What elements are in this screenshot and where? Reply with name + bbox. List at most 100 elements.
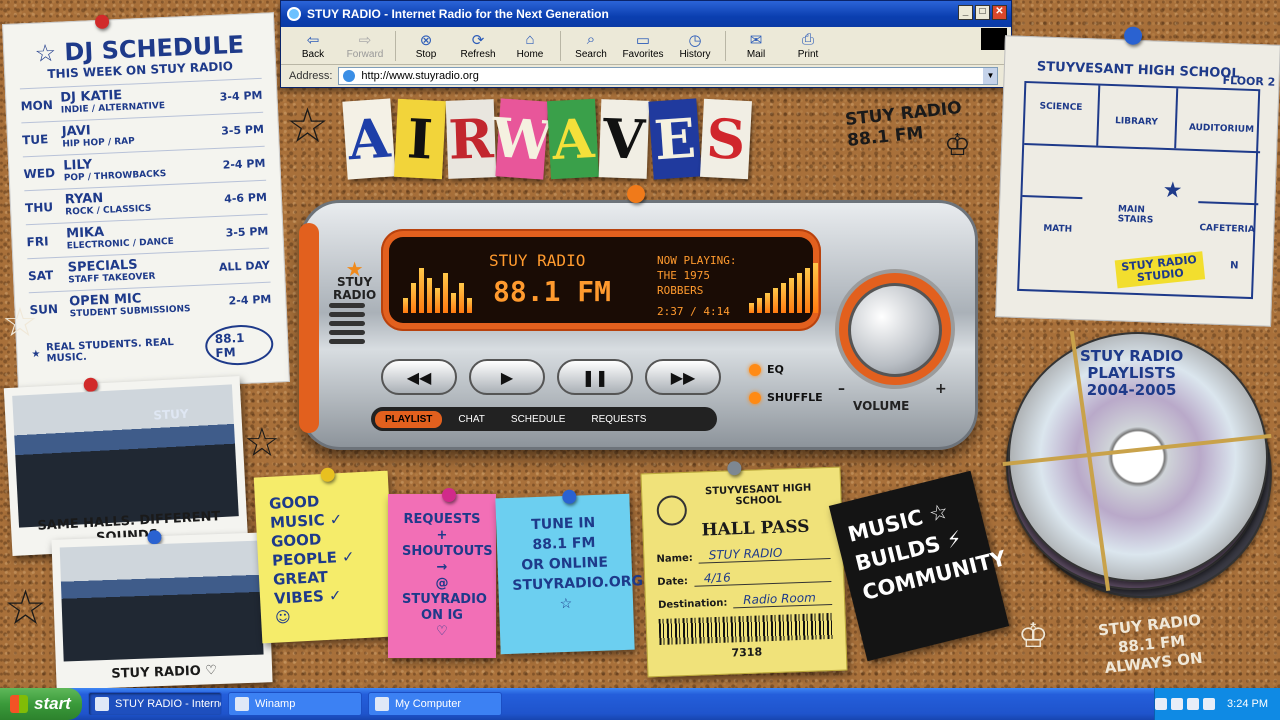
room-label: CAFETERIA <box>1199 223 1255 236</box>
mail-icon: ✉ <box>749 32 763 49</box>
address-dropdown-button[interactable]: ▼ <box>983 68 998 84</box>
room-label: AUDITORIUM <box>1188 122 1255 136</box>
room-label: MAIN STAIRS <box>1117 204 1154 226</box>
pause-button[interactable]: ❚❚ <box>557 359 633 395</box>
sticky-line: GOOD PEOPLE ✓ <box>270 530 356 570</box>
schedule-day: TUE <box>21 131 49 147</box>
toolbar-label: Mail <box>746 49 766 60</box>
pushpin-icon <box>320 467 336 483</box>
volume-knob[interactable] <box>848 283 942 377</box>
start-label: start <box>34 694 71 713</box>
equalizer-bar <box>749 303 754 313</box>
forward-button[interactable]: ⇨ Forward <box>339 31 391 60</box>
crown-doodle-icon: ♔ <box>1018 616 1049 656</box>
headline-letter: W <box>490 98 554 180</box>
taskbar-item[interactable]: Winamp <box>228 692 362 716</box>
volume-icon[interactable] <box>1171 698 1184 710</box>
headline-letter: I <box>393 98 447 180</box>
sticky-line: STUYRADIO.ORG <box>512 573 644 594</box>
schedule-footer-text: REAL STUDENTS. REAL MUSIC. <box>45 336 175 365</box>
sticky-line: GOOD MUSIC ✓ <box>268 492 343 532</box>
forward-arrow-icon: ⇨ <box>358 32 372 49</box>
sticky-line: → <box>436 560 448 575</box>
radio-player: ★ STUY RADIO STUY RADIO 88.1 FM NOW PLAY… <box>299 185 978 450</box>
hall-pass-title: HALL PASS <box>701 516 810 541</box>
messenger-icon[interactable] <box>1203 698 1216 710</box>
sticky-line: ON IG <box>421 608 463 623</box>
rewind-button[interactable]: ◀◀ <box>381 359 457 395</box>
search-button[interactable]: ⌕ Search <box>565 31 617 60</box>
taskbar-tasks: STUY RADIO - Internet... Winamp My Compute… <box>82 692 502 716</box>
radio-brand-text: STUY RADIO <box>333 275 377 302</box>
fast-forward-button[interactable]: ▶▶ <box>645 359 721 395</box>
play-button[interactable]: ▶ <box>469 359 545 395</box>
silver-pushpin-icon <box>727 461 742 476</box>
browser-titlebar[interactable]: STUY RADIO - Internet Radio for the Next… <box>281 1 1011 27</box>
schedule-show: OPEN MIC STUDENT SUBMISSIONS <box>69 288 229 321</box>
schedule-show: SPECIALS STAFF TAKEOVER <box>67 254 219 287</box>
taskbar-item[interactable]: STUY RADIO - Internet... <box>88 692 222 716</box>
maximize-button[interactable]: □ <box>975 5 990 20</box>
star-doodle-icon: ☆ <box>2 300 38 346</box>
cd-stack: STUY RADIO PLAYLISTS 2004-2005 <box>992 327 1280 619</box>
hall-pass-field: Destination: Radio Room <box>658 589 833 611</box>
airwaves-headline: AIRWAVES <box>342 98 753 180</box>
refresh-button[interactable]: ⟳ Refresh <box>452 31 504 60</box>
favorites-button[interactable]: ▭ Favorites <box>617 31 669 60</box>
dj-schedule-note: ☆ DJ SCHEDULE THIS WEEK ON STUY RADIO MO… <box>2 12 290 394</box>
back-button[interactable]: ⇦ Back <box>287 31 339 60</box>
tab-chat[interactable]: CHAT <box>448 411 494 428</box>
tab-schedule[interactable]: SCHEDULE <box>501 411 575 428</box>
address-url: http://www.stuyradio.org <box>361 70 479 82</box>
floor-plan-note: STUYVESANT HIGH SCHOOL FLOOR 2 ★ N SCIEN… <box>995 26 1280 327</box>
star-doodle-icon: ☆ <box>286 98 330 154</box>
hall-pass: STUYVESANT HIGH SCHOOL HALL PASS Name: ST… <box>640 461 848 678</box>
equalizer-bar <box>451 293 456 313</box>
toolbar-label: Home <box>516 49 544 60</box>
tab-requests[interactable]: REQUESTS <box>581 411 656 428</box>
home-button[interactable]: ⌂ Home <box>504 31 556 60</box>
field-value: 4/16 <box>693 566 832 587</box>
headline-letter: S <box>699 98 753 180</box>
equalizer-bar <box>443 273 448 313</box>
photo-sign: STUY <box>153 406 189 423</box>
equalizer-bar <box>419 268 424 313</box>
sticky-line: SHOUTOUTS <box>402 544 493 559</box>
speaker-grille <box>329 303 365 348</box>
mail-button[interactable]: ✉ Mail <box>730 31 782 60</box>
minimize-button[interactable]: _ <box>958 5 973 20</box>
school-seal-icon <box>656 494 688 526</box>
eq-label: EQ <box>767 363 784 376</box>
shuffle-toggle[interactable]: SHUFFLE <box>749 391 823 404</box>
shuffle-led-icon <box>749 391 761 404</box>
headline-letter: A <box>546 98 600 180</box>
address-input[interactable]: http://www.stuyradio.org ▼ <box>338 67 999 85</box>
toolbar-separator <box>395 30 396 61</box>
tab-playlist[interactable]: PLAYLIST <box>375 410 443 428</box>
blue-pushpin-icon <box>1123 26 1143 46</box>
history-button[interactable]: ◷ History <box>669 31 721 60</box>
close-button[interactable]: ✕ <box>992 5 1007 20</box>
system-tray: 3:24 PM <box>1154 688 1280 720</box>
taskbar-item-label: My Computer <box>395 698 462 710</box>
equalizer-bar <box>805 268 810 313</box>
floor-plan-floor: FLOOR 2 <box>1222 73 1276 89</box>
eq-toggle[interactable]: EQ <box>749 363 784 376</box>
taskbar-item[interactable]: My Computer <box>368 692 502 716</box>
toolbar-label: History <box>679 49 711 60</box>
sticky-line: ♡ <box>436 624 448 639</box>
refresh-icon: ⟳ <box>471 32 485 49</box>
security-icon[interactable] <box>1187 698 1200 710</box>
schedule-day: THU <box>24 199 54 215</box>
orange-pushpin-icon <box>627 185 645 203</box>
music-builds-community-card: MUSIC ☆ BUILDS ⚡ COMMUNITY <box>828 470 1010 662</box>
hallway-photo-1: STUY SAME HALLS. DIFFERENT SOUNDS. <box>3 375 249 557</box>
print-button[interactable]: ⎙ Print <box>782 31 834 60</box>
schedule-time: 2-4 PM <box>228 292 272 308</box>
network-icon[interactable] <box>1155 698 1168 710</box>
start-button[interactable]: start <box>0 688 82 720</box>
hall-pass-number: 7318 <box>731 645 763 660</box>
stop-button[interactable]: ⊗ Stop <box>400 31 452 60</box>
equalizer-bar <box>435 288 440 313</box>
room-label: SCIENCE <box>1039 101 1083 114</box>
